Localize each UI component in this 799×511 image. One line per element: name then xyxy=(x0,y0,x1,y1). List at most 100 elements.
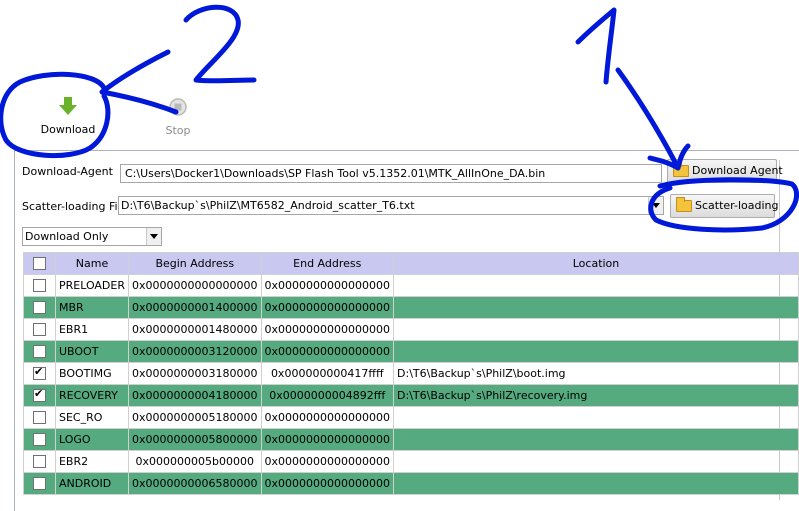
end-address-cell: 0x0000000000000000 xyxy=(260,318,395,341)
row-select-cell[interactable] xyxy=(23,340,56,363)
stop-label: Stop xyxy=(165,124,191,137)
table-row[interactable]: EBR2 0x000000005b00000 0x0000000000000000 xyxy=(23,450,799,473)
table-row[interactable]: LOGO 0x0000000005800000 0x0000000000000000 xyxy=(23,428,799,451)
table-row[interactable]: RECOVERY0x00000000041800000x000000000489… xyxy=(23,384,799,407)
partition-name-cell: BOOTIMG xyxy=(54,362,130,385)
table-row[interactable]: SEC_RO 0x0000000005180000 0x00000000000000… xyxy=(23,406,799,429)
row-checkbox[interactable] xyxy=(32,433,46,447)
row-checkbox[interactable] xyxy=(32,455,46,469)
partition-name-cell: ANDROID xyxy=(54,472,130,495)
table-header-row: Name Begin Address End Address Location xyxy=(23,252,799,275)
begin-address-cell: 0x0000000006580000 xyxy=(128,472,262,495)
location-cell[interactable]: D:\T6\Backup`s\PhilZ\boot.img xyxy=(393,362,799,385)
partition-name-cell: MBR xyxy=(54,296,130,319)
toolbar: Download Stop xyxy=(0,0,799,145)
row-select-cell[interactable] xyxy=(23,384,56,407)
row-select-cell[interactable] xyxy=(23,318,56,341)
chevron-down-icon[interactable] xyxy=(648,197,663,214)
table-row[interactable]: BOOTIMG0x00000000031800000x000000000417f… xyxy=(23,362,799,385)
row-select-cell[interactable] xyxy=(23,296,56,319)
location-cell[interactable] xyxy=(393,450,799,473)
download-label: Download xyxy=(40,123,96,136)
begin-address-cell: 0x0000000003180000 xyxy=(128,362,262,385)
download-agent-button[interactable]: Download Agent xyxy=(667,159,783,183)
row-select-cell[interactable] xyxy=(23,472,56,495)
partition-name-cell: RECOVERY xyxy=(54,384,130,407)
end-address-cell: 0x0000000000000000 xyxy=(260,274,395,297)
end-address-cell: 0x0000000000000000 xyxy=(260,472,395,495)
partition-table: Name Begin Address End Address Location … xyxy=(23,252,799,495)
location-cell[interactable]: D:\T6\Backup`s\PhilZ\recovery.img xyxy=(393,384,799,407)
row-select-cell[interactable] xyxy=(23,362,56,385)
row-select-cell[interactable] xyxy=(23,406,56,429)
scatter-file-path: D:\T6\Backup`s\PhilZ\MT6582_Android_scat… xyxy=(121,199,415,212)
partition-name-cell: EBR2 xyxy=(54,450,130,473)
begin-address-cell: 0x0000000000000000 xyxy=(128,274,262,297)
end-address-column-header[interactable]: End Address xyxy=(260,252,395,275)
table-row[interactable]: PRELOADER 0x0000000000000000 0x00000000000… xyxy=(23,274,799,297)
location-cell[interactable] xyxy=(393,318,799,341)
row-checkbox[interactable] xyxy=(32,365,46,381)
select-all-checkbox[interactable] xyxy=(32,257,46,271)
partition-name-cell: EBR1 xyxy=(54,318,130,341)
end-address-cell: 0x000000000417ffff xyxy=(260,362,395,385)
table-row[interactable]: EBR1 0x0000000001480000 0x0000000000000000 xyxy=(23,318,799,341)
folder-icon xyxy=(676,197,692,212)
partition-name-cell: SEC_RO xyxy=(54,406,130,429)
begin-address-cell: 0x000000005b00000 xyxy=(128,450,262,473)
location-cell[interactable] xyxy=(393,428,799,451)
location-cell[interactable] xyxy=(393,472,799,495)
end-address-cell: 0x0000000000000000 xyxy=(260,406,395,429)
begin-address-cell: 0x0000000003120000 xyxy=(128,340,262,363)
begin-address-cell: 0x0000000001400000 xyxy=(128,296,262,319)
begin-address-column-header[interactable]: Begin Address xyxy=(128,252,262,275)
download-mode-select[interactable]: Download Only xyxy=(22,227,162,246)
partition-name-cell: LOGO xyxy=(54,428,130,451)
row-checkbox[interactable] xyxy=(32,411,46,425)
scatter-file-combobox[interactable]: D:\T6\Backup`s\PhilZ\MT6582_Android_scat… xyxy=(118,196,664,215)
scatter-loading-button-label: Scatter-loading xyxy=(695,199,779,212)
row-checkbox[interactable] xyxy=(32,323,46,337)
scatter-loading-button[interactable]: Scatter-loading xyxy=(670,194,779,218)
end-address-cell: 0x0000000000000000 xyxy=(260,296,395,319)
row-checkbox[interactable] xyxy=(32,387,46,403)
begin-address-cell: 0x0000000004180000 xyxy=(128,384,262,407)
location-column-header[interactable]: Location xyxy=(393,252,799,275)
end-address-cell: 0x0000000000000000 xyxy=(260,340,395,363)
table-row[interactable]: UBOOT 0x0000000003120000 0x000000000000000… xyxy=(23,340,799,363)
name-column-header[interactable]: Name xyxy=(54,252,130,275)
download-agent-label: Download-Agent xyxy=(22,165,113,178)
row-checkbox[interactable] xyxy=(32,279,46,293)
chevron-down-icon[interactable] xyxy=(146,228,161,245)
stop-button[interactable]: Stop xyxy=(150,97,206,137)
row-checkbox[interactable] xyxy=(32,345,46,359)
end-address-cell: 0x0000000000000000 xyxy=(260,450,395,473)
row-select-cell[interactable] xyxy=(23,274,56,297)
download-button[interactable]: Download xyxy=(38,96,98,136)
row-checkbox[interactable] xyxy=(32,477,46,491)
row-select-cell[interactable] xyxy=(23,450,56,473)
begin-address-cell: 0x0000000005180000 xyxy=(128,406,262,429)
begin-address-cell: 0x0000000001480000 xyxy=(128,318,262,341)
end-address-cell: 0x0000000004892fff xyxy=(260,384,395,407)
download-arrow-icon xyxy=(59,97,77,115)
table-row[interactable]: ANDROID 0x0000000006580000 0x0000000000000… xyxy=(23,472,799,495)
download-mode-value: Download Only xyxy=(25,230,109,243)
location-cell[interactable] xyxy=(393,340,799,363)
partition-name-cell: PRELOADER xyxy=(54,274,130,297)
table-row[interactable]: MBR 0x0000000001400000 0x0000000000000000 xyxy=(23,296,799,319)
folder-icon xyxy=(673,162,689,177)
download-agent-button-label: Download Agent xyxy=(692,164,783,177)
location-cell[interactable] xyxy=(393,406,799,429)
location-cell[interactable] xyxy=(393,296,799,319)
row-select-cell[interactable] xyxy=(23,428,56,451)
scatter-file-label: Scatter-loading File xyxy=(22,200,128,213)
end-address-cell: 0x0000000000000000 xyxy=(260,428,395,451)
row-checkbox[interactable] xyxy=(32,301,46,315)
stop-icon xyxy=(169,98,187,116)
select-all-header[interactable] xyxy=(23,252,56,275)
download-agent-path-field[interactable]: C:\Users\Docker1\Downloads\SP Flash Tool… xyxy=(120,164,662,183)
begin-address-cell: 0x0000000005800000 xyxy=(128,428,262,451)
partition-name-cell: UBOOT xyxy=(54,340,130,363)
location-cell[interactable] xyxy=(393,274,799,297)
